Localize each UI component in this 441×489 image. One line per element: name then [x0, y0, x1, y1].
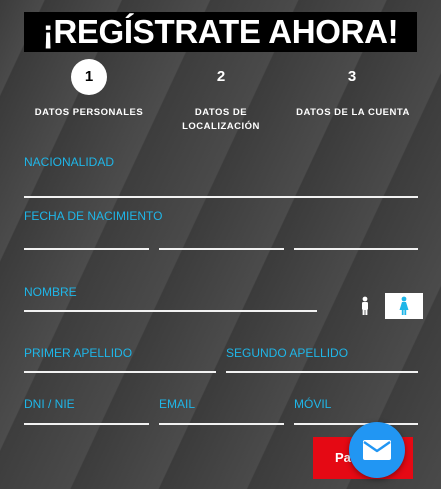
nationality-label: NACIONALIDAD [24, 155, 115, 169]
dni-label: DNI / NIE [24, 397, 75, 411]
mail-icon [363, 440, 391, 460]
nationality-field[interactable] [24, 196, 418, 198]
birthdate-month-field[interactable] [159, 248, 284, 250]
step-3-label: DATOS DE LA CUENTA [296, 107, 410, 118]
mobile-field[interactable] [294, 423, 418, 425]
step-2-label: DATOS DE LOCALIZACIÓN [182, 107, 260, 132]
gender-female-button[interactable] [385, 293, 423, 319]
first-surname-label: PRIMER APELLIDO [24, 346, 133, 360]
email-label: EMAIL [159, 397, 196, 411]
contact-fab-button[interactable] [349, 422, 405, 478]
birthdate-year-field[interactable] [294, 248, 418, 250]
page-title: ¡REGÍSTRATE AHORA! [24, 12, 417, 52]
female-icon [399, 296, 409, 315]
step-2-indicator[interactable]: 2 [203, 59, 239, 95]
second-surname-field[interactable] [226, 371, 418, 373]
mobile-label: MÓVIL [294, 397, 332, 411]
step-3-indicator[interactable]: 3 [334, 59, 370, 95]
gender-male-button[interactable] [346, 293, 384, 319]
step-1-indicator[interactable]: 1 [71, 59, 107, 95]
email-field[interactable] [159, 423, 284, 425]
birthdate-day-field[interactable] [24, 248, 149, 250]
name-field[interactable] [24, 310, 317, 312]
name-label: NOMBRE [24, 285, 77, 299]
male-icon [362, 296, 368, 315]
first-surname-field[interactable] [24, 371, 216, 373]
dni-field[interactable] [24, 423, 149, 425]
step-1-label: DATOS PERSONALES [34, 107, 144, 118]
birthdate-label: FECHA DE NACIMIENTO [24, 209, 163, 223]
second-surname-label: SEGUNDO APELLIDO [226, 346, 349, 360]
